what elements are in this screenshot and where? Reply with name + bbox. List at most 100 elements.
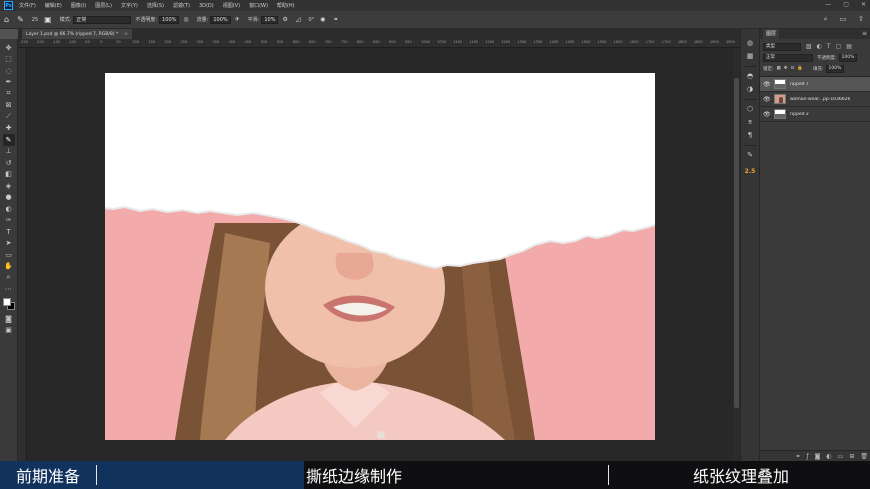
menu-view[interactable]: 视图(V)	[223, 2, 240, 9]
quick-select-tool-icon[interactable]: ✒	[3, 77, 15, 89]
pressure-size-icon[interactable]: ◉	[320, 16, 325, 23]
vertical-scrollbar[interactable]	[733, 48, 740, 461]
layer-row-woman-photo[interactable]: 👁 woman-wear...pp-1036626	[760, 92, 870, 107]
menu-layer[interactable]: 图层(L)	[95, 2, 112, 9]
add-mask-icon[interactable]: ◙	[815, 453, 821, 460]
filter-pixel-icon[interactable]: ▨	[806, 43, 812, 50]
type-tool-icon[interactable]: T	[3, 226, 15, 238]
opacity-field[interactable]: 100%	[159, 15, 180, 24]
panel-menu-icon[interactable]: ≡	[862, 30, 867, 37]
new-layer-icon[interactable]: ⊞	[849, 453, 854, 460]
menu-select[interactable]: 选择(S)	[147, 2, 164, 9]
screen-mode-icon[interactable]: ▣	[3, 325, 15, 337]
layer-row-ripped-7[interactable]: 👁 ripped 7	[760, 77, 870, 92]
photoshop-app-icon[interactable]: Ps	[4, 1, 13, 10]
document-workspace[interactable]	[27, 48, 740, 461]
history-panel-icon[interactable]: ◍	[744, 37, 756, 49]
layer-opacity-field[interactable]: 100%	[838, 53, 858, 62]
foreground-color-swatch[interactable]	[2, 298, 11, 306]
adjustments-panel-icon[interactable]: ◑	[744, 83, 756, 95]
layer-row-ripped-2[interactable]: 👁 ripped 2	[760, 107, 870, 122]
maximize-icon[interactable]: ▢	[843, 1, 849, 8]
delete-layer-icon[interactable]: 🗑	[860, 453, 868, 460]
menu-window[interactable]: 窗口(W)	[249, 2, 268, 9]
brush-settings-icon[interactable]: ▣	[44, 15, 52, 24]
close-icon[interactable]: ✕	[861, 1, 866, 8]
menu-file[interactable]: 文件(F)	[19, 2, 36, 9]
pen-tool-icon[interactable]: ✑	[3, 215, 15, 227]
brush-tool-icon[interactable]: ✎	[2, 134, 15, 146]
eyedropper-tool-icon[interactable]: ⟋	[3, 111, 15, 123]
paths-panel-icon[interactable]: ⌆	[744, 116, 756, 128]
smoothing-field[interactable]: 10%	[261, 15, 279, 24]
new-group-icon[interactable]: ▭	[838, 453, 844, 460]
lock-all-icon[interactable]: 🔒	[797, 66, 803, 71]
paragraph-panel-icon[interactable]: ¶	[744, 129, 756, 141]
link-layers-icon[interactable]: ⚭	[795, 453, 800, 460]
menu-help[interactable]: 帮助(H)	[277, 2, 295, 9]
blend-mode-select[interactable]: 正常	[763, 53, 813, 62]
lock-pixels-icon[interactable]: ▦	[777, 66, 781, 71]
fill-field[interactable]: 100%	[825, 64, 845, 73]
plugin-badge[interactable]: 2.5	[745, 168, 756, 175]
search-icon[interactable]: ⌕	[824, 15, 828, 24]
color-panel-icon[interactable]: ◓	[744, 70, 756, 82]
scrollbar-thumb[interactable]	[734, 78, 739, 408]
document-canvas[interactable]	[105, 73, 655, 440]
tab-close-icon[interactable]: ×	[124, 32, 128, 37]
smoothing-options-gear-icon[interactable]: ⚙	[282, 16, 287, 23]
filter-adjust-icon[interactable]: ◐	[817, 43, 822, 50]
menu-type[interactable]: 文字(Y)	[121, 2, 138, 9]
mode-select[interactable]: 正常	[73, 15, 132, 24]
airbrush-icon[interactable]: ✈	[235, 16, 240, 23]
eraser-tool-icon[interactable]: ◧	[3, 169, 15, 181]
lock-position-icon[interactable]: ✥	[784, 66, 788, 71]
lock-artboard-icon[interactable]: ⊡	[791, 66, 795, 71]
zoom-tool-icon[interactable]: ⌕	[3, 272, 15, 284]
quick-mask-icon[interactable]: ◙	[3, 313, 15, 325]
share-icon[interactable]: ⇧	[858, 15, 864, 24]
menu-3d[interactable]: 3D(D)	[199, 3, 214, 9]
brush-angle-icon[interactable]: ◿	[296, 16, 301, 23]
home-icon[interactable]: ⌂	[4, 15, 9, 24]
rectangle-tool-icon[interactable]: ▭	[3, 249, 15, 261]
healing-brush-tool-icon[interactable]: ✚	[3, 123, 15, 135]
brush-angle-value[interactable]: 0°	[308, 17, 314, 23]
edit-toolbar-icon[interactable]: ⋯	[3, 284, 15, 296]
marquee-tool-icon[interactable]: ⬚	[3, 54, 15, 66]
document-tab[interactable]: Layer 1.psd @ 66.7% (ripped 7, RGB/8) * …	[22, 29, 133, 39]
menu-edit[interactable]: 编辑(E)	[45, 2, 62, 9]
filter-type-icon[interactable]: T	[827, 43, 831, 50]
layers-tab[interactable]: 图层	[763, 29, 780, 39]
crop-tool-icon[interactable]: ⌗	[3, 88, 15, 100]
brush-tool-preset-icon[interactable]: ✎	[17, 15, 24, 24]
workspace-icon[interactable]: ▭	[840, 15, 847, 24]
brush-settings-panel-icon[interactable]: ✎	[744, 149, 756, 161]
path-selection-tool-icon[interactable]: ➤	[3, 238, 15, 250]
dodge-tool-icon[interactable]: ◐	[3, 203, 15, 215]
symmetry-butterfly-icon[interactable]: ⚭	[333, 16, 338, 23]
flow-field[interactable]: 100%	[210, 15, 231, 24]
hand-tool-icon[interactable]: ✋	[3, 261, 15, 273]
visibility-eye-icon[interactable]: 👁	[763, 111, 771, 118]
color-swatches[interactable]	[2, 298, 15, 310]
visibility-eye-icon[interactable]: 👁	[763, 96, 771, 103]
menu-image[interactable]: 图像(I)	[71, 2, 86, 9]
filter-smart-icon[interactable]: ▤	[846, 43, 852, 50]
move-tool-icon[interactable]: ✥	[3, 42, 15, 54]
pressure-opacity-icon[interactable]: ◎	[183, 16, 188, 23]
filter-kind-select[interactable]: 类型	[763, 42, 801, 51]
blur-tool-icon[interactable]: ●	[3, 192, 15, 204]
minimize-icon[interactable]: —	[825, 1, 831, 8]
filter-shape-icon[interactable]: ▢	[836, 43, 842, 50]
brush-size-value[interactable]: 25	[32, 17, 38, 23]
paint-bucket-tool-icon[interactable]: ◈	[3, 180, 15, 192]
lasso-tool-icon[interactable]: ◌	[3, 65, 15, 77]
clone-stamp-tool-icon[interactable]: ⊥	[3, 146, 15, 158]
fx-icon[interactable]: ƒ	[806, 453, 808, 460]
new-adjustment-icon[interactable]: ◐	[826, 453, 831, 460]
swatches-panel-icon[interactable]: ▦	[744, 50, 756, 62]
history-brush-tool-icon[interactable]: ↺	[3, 157, 15, 169]
visibility-eye-icon[interactable]: 👁	[763, 81, 771, 88]
menu-filter[interactable]: 滤镜(T)	[173, 2, 190, 9]
